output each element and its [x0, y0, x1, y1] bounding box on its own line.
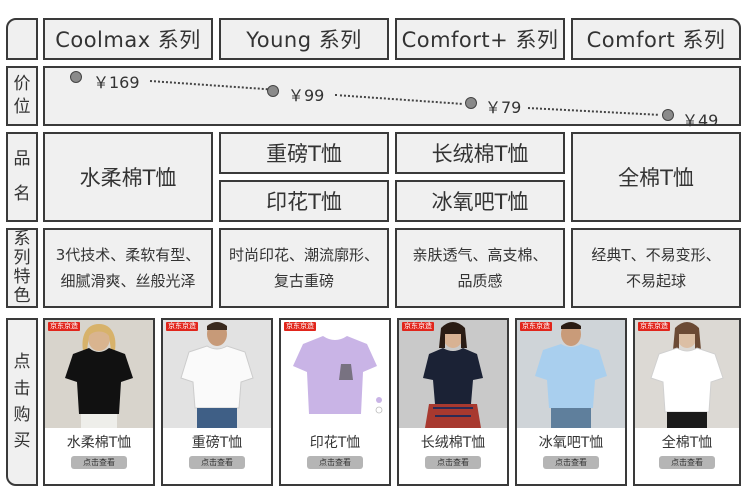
jd-badge: 京东京造: [638, 322, 670, 331]
product-photo[interactable]: 京东京造: [399, 320, 507, 428]
product-name: 全棉T恤: [618, 166, 694, 190]
row-label-buy: 点 击 购 买: [6, 318, 38, 486]
product-card-4[interactable]: 京东京造 长绒棉T恤 点击查看: [397, 318, 509, 486]
features-comfort-plus: 亲肤透气、高支棉、 品质感: [395, 228, 565, 308]
row-label-char: 名: [13, 184, 31, 204]
row-label-price: 价 位: [6, 66, 38, 126]
header-label: Young 系列: [246, 28, 362, 52]
jd-badge: 京东京造: [520, 322, 552, 331]
jd-badge: 京东京造: [402, 322, 434, 331]
feature-line: 3代技术、柔软有型、: [55, 245, 201, 264]
header-comfort-plus: Comfort+ 系列: [395, 18, 565, 60]
price-dot-comfort-plus: [465, 97, 477, 109]
price-dot-coolmax: [70, 71, 82, 83]
feature-line: 细腻滑爽、丝般光泽: [60, 272, 196, 290]
product-title[interactable]: 全棉T恤: [635, 432, 739, 452]
row-label-features: 系 列 特 色: [6, 228, 38, 308]
feature-line: 复古重磅: [273, 272, 334, 290]
row-label-name: 品 名: [6, 132, 38, 222]
row-label-char: 列: [13, 247, 31, 268]
name-young-1: 重磅T恤: [219, 132, 389, 174]
price-row: [43, 66, 741, 126]
product-photo[interactable]: 京东京造: [163, 320, 271, 428]
product-title[interactable]: 水柔棉T恤: [45, 432, 153, 452]
jd-badge: 京东京造: [166, 322, 198, 331]
jd-badge: 京东京造: [48, 322, 80, 331]
product-card-1[interactable]: 京东京造 水柔棉T恤 点击查看: [43, 318, 155, 486]
product-card-5[interactable]: 京东京造 冰氧吧T恤 点击查看: [515, 318, 627, 486]
feature-line: 品质感: [457, 272, 503, 290]
feature-line: 亲肤透气、高支棉、: [412, 245, 548, 264]
product-card-3[interactable]: 京东京造 印花T恤 点击查看: [279, 318, 391, 486]
view-button[interactable]: 点击查看: [307, 456, 363, 469]
header-comfort: Comfort 系列: [571, 18, 741, 60]
product-title[interactable]: 印花T恤: [281, 432, 389, 452]
price-dot-comfort: [662, 109, 674, 121]
view-button[interactable]: 点击查看: [543, 456, 599, 469]
feature-line: 时尚印花、潮流廓形、: [228, 245, 379, 264]
product-photo[interactable]: 京东京造: [45, 320, 153, 428]
row-label-char: 色: [13, 286, 31, 307]
product-photo[interactable]: 京东京造: [517, 320, 625, 428]
header-label: Comfort 系列: [586, 28, 726, 52]
product-name: 冰氧吧T恤: [431, 190, 529, 214]
row-label-char: 品: [13, 149, 31, 170]
tshirt-image: [65, 324, 133, 428]
name-comfort-plus-2: 冰氧吧T恤: [395, 180, 565, 222]
header-label: Coolmax 系列: [55, 28, 201, 52]
header-label: Comfort+ 系列: [401, 28, 559, 52]
price-coolmax: ￥169: [93, 73, 140, 92]
name-comfort: 全棉T恤: [571, 132, 741, 222]
row-label-char: 买: [13, 431, 31, 452]
product-name: 印花T恤: [266, 190, 342, 214]
view-button[interactable]: 点击查看: [189, 456, 245, 469]
price-young: ￥99: [288, 86, 325, 105]
product-title[interactable]: 长绒棉T恤: [399, 432, 507, 452]
jd-badge: 京东京造: [284, 322, 316, 331]
features-coolmax: 3代技术、柔软有型、 细腻滑爽、丝般光泽: [43, 228, 213, 308]
feature-line: 经典T、不易变形、: [591, 245, 721, 264]
features-comfort: 经典T、不易变形、 不易起球: [571, 228, 741, 308]
row-label-char: 价: [13, 74, 31, 95]
product-name: 长绒棉T恤: [431, 142, 529, 166]
tshirt-image: [423, 322, 483, 428]
product-card-6[interactable]: 京东京造 全棉T恤 点击查看: [633, 318, 741, 486]
product-card-2[interactable]: 京东京造 重磅T恤 点击查看: [161, 318, 273, 486]
corner-cell: [6, 18, 38, 60]
view-button[interactable]: 点击查看: [425, 456, 481, 469]
header-coolmax: Coolmax 系列: [43, 18, 213, 60]
header-young: Young 系列: [219, 18, 389, 60]
product-title[interactable]: 重磅T恤: [163, 432, 271, 452]
row-label-char: 特: [13, 267, 31, 287]
tshirt-image: [650, 322, 724, 428]
tshirt-image: [293, 336, 383, 414]
tshirt-image: [535, 322, 607, 428]
product-name: 水柔棉T恤: [79, 166, 177, 190]
row-label-char: 位: [13, 97, 31, 117]
product-name: 重磅T恤: [266, 142, 342, 166]
row-label-char: 点: [13, 352, 31, 373]
row-label-char: 击: [13, 378, 31, 399]
price-comfort: ￥49: [682, 111, 719, 130]
product-photo[interactable]: 京东京造: [635, 320, 739, 428]
row-label-char: 系: [13, 228, 31, 249]
features-young: 时尚印花、潮流廓形、 复古重磅: [219, 228, 389, 308]
name-coolmax: 水柔棉T恤: [43, 132, 213, 222]
price-comfort-plus: ￥79: [485, 98, 522, 117]
feature-line: 不易起球: [625, 272, 686, 290]
name-comfort-plus-1: 长绒棉T恤: [395, 132, 565, 174]
product-title[interactable]: 冰氧吧T恤: [517, 432, 625, 452]
product-photo[interactable]: 京东京造: [281, 320, 389, 428]
view-button[interactable]: 点击查看: [71, 456, 127, 469]
price-dot-young: [267, 85, 279, 97]
row-label-char: 购: [13, 405, 31, 425]
tshirt-image: [180, 322, 254, 428]
name-young-2: 印花T恤: [219, 180, 389, 222]
view-button[interactable]: 点击查看: [659, 456, 715, 469]
